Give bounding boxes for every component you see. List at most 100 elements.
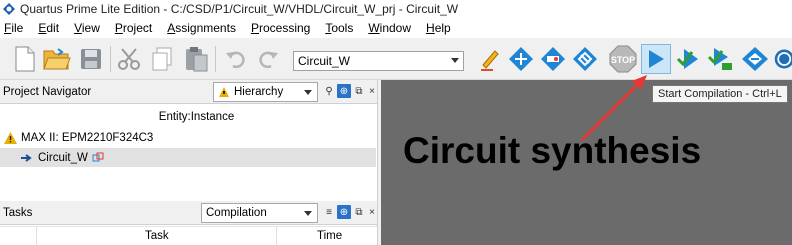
pin-planner-icon: [509, 47, 533, 71]
programmer-icon: [742, 47, 768, 71]
menu-label-rest: ssignments: [175, 21, 236, 35]
entity-instance-column-header[interactable]: Entity:Instance: [0, 111, 381, 123]
menu-mnemonic: P: [114, 21, 123, 35]
tasks-flow-select[interactable]: Compilation: [201, 203, 318, 223]
top-entity-tree-item[interactable]: Circuit_W: [0, 148, 376, 167]
cut-button[interactable]: [114, 44, 144, 74]
open-folder-icon: [43, 48, 71, 70]
title-bar: Quartus Prime Lite Edition - C:/CSD/P1/C…: [0, 0, 792, 18]
redo-button[interactable]: [253, 44, 283, 74]
pin-planner-button[interactable]: [506, 44, 536, 74]
scissors-icon: [118, 48, 140, 70]
paste-clipboard-icon: [186, 47, 208, 72]
chip-planner-button[interactable]: [538, 44, 568, 74]
paste-button[interactable]: [181, 44, 211, 74]
tasks-column-headers: Task Time: [0, 226, 381, 245]
menu-window[interactable]: Window: [368, 21, 411, 35]
entity-arrow-icon: [21, 153, 32, 162]
chevron-down-icon: [304, 211, 312, 216]
quartus-window: Quartus Prime Lite Edition - C:/CSD/P1/C…: [0, 0, 792, 245]
svg-text:STOP: STOP: [611, 55, 635, 65]
time-column-header[interactable]: Time: [317, 230, 342, 242]
menu-mnemonic: P: [250, 21, 259, 35]
menu-label-rest: dit: [46, 21, 60, 35]
globe-icon: [774, 49, 792, 69]
start-compilation-tooltip: Start Compilation - Ctrl+L: [652, 85, 788, 103]
navigator-view-value: Hierarchy: [234, 86, 284, 98]
project-navigator-header: Project Navigator Hierarchy ⚲ ⊕ ⧉ ×: [0, 80, 381, 104]
stop-icon: STOP: [609, 45, 637, 73]
menu-tools[interactable]: Tools: [325, 21, 353, 35]
entity-link-icon: [92, 152, 104, 161]
menu-mnemonic: W: [368, 21, 380, 35]
chevron-down-icon: [304, 90, 312, 95]
assignment-editor-button[interactable]: [475, 44, 505, 74]
project-navigator-title: Project Navigator: [3, 85, 92, 98]
menu-project[interactable]: Project: [115, 21, 152, 35]
undo-icon: [226, 51, 245, 69]
task-column-header[interactable]: Task: [145, 230, 169, 242]
menu-help[interactable]: Help: [426, 21, 451, 35]
copy-icon: [152, 47, 172, 71]
device-tree-item[interactable]: MAX II: EPM2210F324C3: [4, 132, 153, 144]
menu-label-rest: ile: [11, 21, 24, 35]
open-file-button[interactable]: [42, 44, 72, 74]
netlist-diamond-icon: [573, 47, 597, 71]
stop-processing-button[interactable]: STOP: [608, 44, 638, 74]
menu-edit[interactable]: Edit: [38, 21, 59, 35]
menu-label-rest: elp: [434, 21, 451, 35]
quartus-app-icon: [2, 2, 16, 16]
tasks-flow-value: Compilation: [206, 207, 267, 219]
play-icon: [649, 50, 664, 68]
menu-label-rest: roject: [122, 21, 153, 35]
menu-label-rest: indow: [379, 21, 412, 35]
search-icon[interactable]: ⚲: [322, 84, 336, 98]
chevron-down-icon: [451, 58, 459, 63]
save-disk-icon: [81, 49, 101, 69]
start-compilation-button[interactable]: [641, 44, 671, 74]
hierarchy-icon: [219, 87, 229, 97]
copy-button[interactable]: [147, 44, 177, 74]
main-workspace: Circuit synthesis: [381, 80, 792, 245]
menu-assignments[interactable]: Assignments: [167, 21, 236, 35]
window-title: Quartus Prime Lite Edition - C:/CSD/P1/C…: [20, 2, 459, 16]
menu-view[interactable]: View: [74, 21, 100, 35]
top-entity-combo-value: Circuit_W: [298, 54, 351, 68]
netlist-viewer-button[interactable]: [570, 44, 600, 74]
menu-bar: File Edit View Project Assignments Processing…: [0, 18, 792, 38]
column-divider: [276, 227, 277, 245]
programmer-button[interactable]: [740, 44, 770, 74]
fitter-icon: [708, 48, 732, 70]
menu-processing[interactable]: Processing: [251, 21, 310, 35]
tasks-header: Tasks Compilation ≡ ⊕ ⧉ ×: [0, 201, 381, 225]
top-entity-combo[interactable]: Circuit_W: [293, 51, 464, 71]
start-analysis-synthesis-button[interactable]: [674, 44, 704, 74]
top-entity-label: Circuit_W: [38, 151, 88, 164]
float-window-icon[interactable]: ⧉: [352, 84, 366, 98]
pin-icon[interactable]: ⊕: [337, 84, 351, 98]
main-toolbar: Circuit_W STOP: [0, 38, 792, 80]
start-fitter-button[interactable]: [706, 44, 736, 74]
device-label: MAX II: EPM2210F324C3: [21, 132, 154, 144]
list-menu-icon[interactable]: ≡: [322, 205, 336, 219]
menu-mnemonic: H: [426, 21, 435, 35]
pencil-icon: [481, 50, 499, 71]
analysis-synthesis-icon: [676, 49, 698, 69]
warning-triangle-icon: [4, 132, 17, 144]
column-divider: [36, 227, 37, 245]
menu-mnemonic: V: [74, 21, 82, 35]
help-button[interactable]: [773, 44, 792, 74]
float-window-icon[interactable]: ⧉: [352, 205, 366, 219]
menu-label-rest: iew: [81, 21, 100, 35]
new-file-icon: [15, 46, 35, 72]
new-file-button[interactable]: [10, 44, 40, 74]
menu-label-rest: ools: [331, 21, 354, 35]
menu-file[interactable]: File: [4, 21, 23, 35]
navigator-view-select[interactable]: Hierarchy: [213, 82, 318, 102]
annotation-text: Circuit synthesis: [403, 130, 702, 171]
toolbar-separator: [215, 46, 216, 72]
save-button[interactable]: [76, 44, 106, 74]
undo-button[interactable]: [221, 44, 251, 74]
pin-icon[interactable]: ⊕: [337, 205, 351, 219]
redo-icon: [259, 51, 278, 69]
